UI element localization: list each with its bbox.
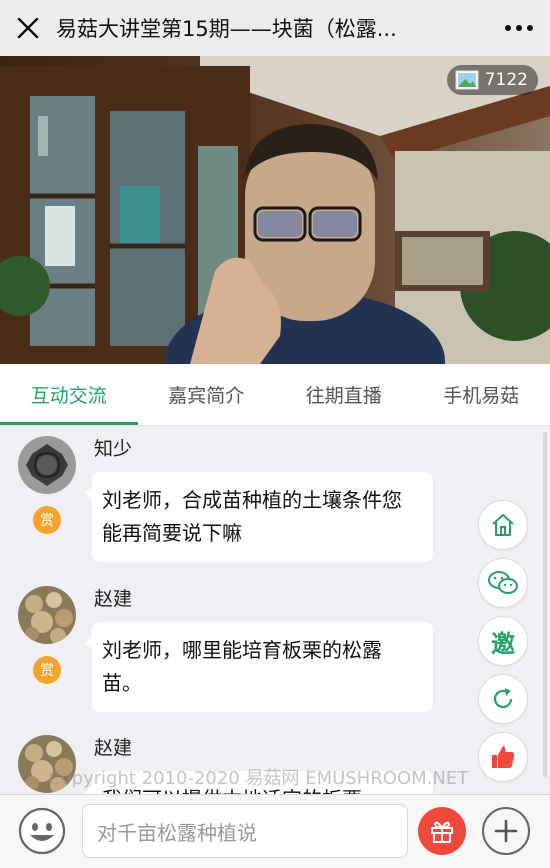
reward-badge[interactable]: 赏 (33, 656, 61, 684)
wechat-icon (488, 571, 518, 594)
chat-input[interactable]: 对千亩松露种植说 (82, 804, 408, 858)
home-button[interactable] (478, 500, 528, 550)
invite-icon: 邀 (491, 629, 515, 658)
video-frame (0, 56, 550, 364)
reward-badge[interactable]: 赏 (33, 506, 61, 534)
close-icon (17, 17, 39, 39)
title-bar: 易菇大讲堂第15期——块菌（松露... (0, 0, 550, 56)
more-actions-button[interactable] (482, 807, 530, 855)
message-bubble: 刘老师，哪里能培育板栗的松露苗。 (85, 622, 433, 712)
live-video[interactable]: 7122 (0, 56, 550, 364)
emoji-icon (18, 807, 66, 855)
wechat-share-button[interactable] (478, 558, 528, 608)
copyright-watermark: Copyright 2010-2020 易菇网 EMUSHROOM.NET (48, 768, 469, 789)
viewer-count-badge: 7122 (446, 65, 538, 95)
gift-icon (431, 821, 453, 843)
avatar[interactable] (18, 586, 76, 644)
home-icon (492, 514, 514, 536)
tab-guest-intro[interactable]: 嘉宾简介 (138, 364, 276, 425)
plus-icon (494, 819, 518, 843)
message-bubble: 刘老师，合成苗种植的土壤条件您能再简要说下嘛 (85, 472, 433, 562)
tab-mobile-yigu[interactable]: 手机易菇 (413, 364, 550, 425)
image-icon (455, 70, 479, 90)
close-button[interactable] (0, 0, 56, 56)
thumbs-up-icon (492, 746, 515, 768)
viewer-count: 7122 (484, 70, 528, 90)
composer-bar: 对千亩松露种植说 (0, 794, 550, 868)
invite-button[interactable]: 邀 (478, 616, 528, 666)
avatar[interactable] (18, 436, 76, 494)
tab-past-lives[interactable]: 往期直播 (275, 364, 413, 425)
tab-interaction[interactable]: 互动交流 (0, 364, 138, 425)
avatar-image (18, 586, 76, 644)
more-icon (505, 25, 533, 31)
like-button[interactable] (478, 732, 528, 782)
avatar-image (18, 436, 76, 494)
user-name: 赵建 (94, 737, 133, 759)
page-title: 易菇大讲堂第15期——块菌（松露... (56, 17, 397, 41)
user-name: 知少 (94, 438, 133, 460)
refresh-icon (493, 688, 513, 708)
chat-list[interactable]: 赏 知少 刘老师，合成苗种植的土壤条件您能再简要说下嘛 赏 赵建 刘老师，哪里能… (0, 426, 550, 794)
gift-button[interactable] (418, 807, 466, 855)
tab-bar: 互动交流 嘉宾简介 往期直播 手机易菇 (0, 364, 550, 426)
user-name: 赵建 (94, 588, 133, 610)
more-button[interactable] (488, 0, 550, 56)
refresh-button[interactable] (478, 674, 528, 724)
chat-scrollbar[interactable] (543, 432, 547, 777)
emoji-button[interactable] (18, 807, 66, 855)
